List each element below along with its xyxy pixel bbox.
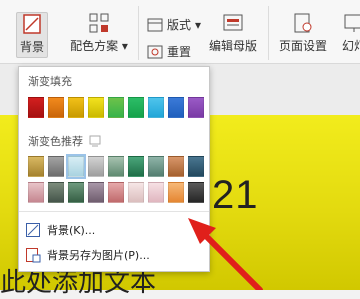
red-arrow-annotation [188, 218, 263, 290]
